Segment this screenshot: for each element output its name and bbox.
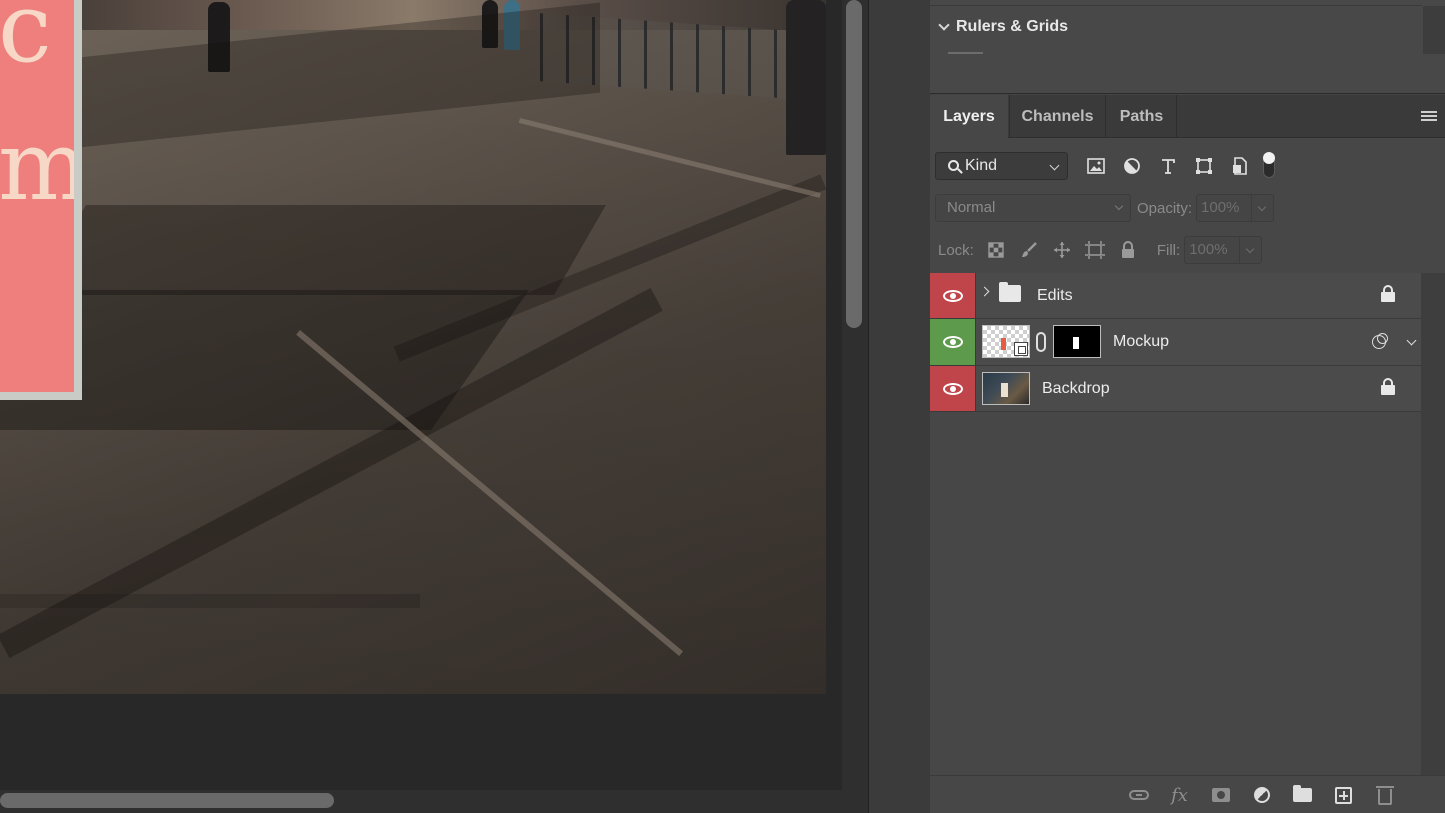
panel-scrollbar[interactable] [1423,6,1445,54]
vertical-scroll-thumb[interactable] [846,0,862,328]
type-filter-icon[interactable] [1150,152,1186,180]
chevron-right-icon[interactable] [979,286,990,297]
divider [975,273,976,318]
new-layer-icon[interactable] [1323,783,1364,807]
opacity-dropdown-button[interactable] [1252,194,1275,222]
tab-layers[interactable]: Layers [930,95,1008,138]
panel-menu-icon[interactable] [1421,111,1437,122]
toggle-knob [1263,152,1275,164]
smart-object-filter-icon[interactable] [1222,152,1258,180]
lock-label: Lock: [938,241,974,259]
footer-icons: fx [1118,783,1405,807]
lock-all-icon[interactable] [1112,236,1145,264]
fx-icon[interactable]: fx [1159,783,1200,807]
rulers-grids-header[interactable]: Rulers & Grids [938,18,1069,36]
layer-list: Edits Mockup Backdrop [930,273,1421,412]
lock-transparent-pixels-icon[interactable] [980,236,1013,264]
divider [930,5,1422,6]
adjustment-filter-icon[interactable] [1114,152,1150,180]
right-panels: Rulers & Grids Layers Channels Paths Kin… [930,0,1445,813]
document-image[interactable]: c m [0,0,826,694]
layer-row-backdrop[interactable]: Backdrop [930,366,1421,412]
layer-row-mockup[interactable]: Mockup [930,319,1421,366]
new-group-icon[interactable] [1282,783,1323,807]
mask-link-icon[interactable] [1036,332,1046,352]
shape-filter-icon[interactable] [1186,152,1222,180]
chevron-down-icon [1114,201,1124,211]
layers-footer: fx [930,775,1445,813]
layer-name[interactable]: Edits [1037,273,1073,318]
lock-image-pixels-icon[interactable] [1013,236,1046,264]
chevron-down-icon[interactable] [938,19,950,31]
opacity-field[interactable]: 100% [1196,194,1253,222]
eye-icon [942,289,963,302]
layer-name[interactable]: Mockup [1113,319,1169,365]
canvas-area[interactable]: c m [0,0,842,790]
filter-icons [1078,152,1258,180]
search-icon [948,159,959,171]
rulers-grids-panel: Rulers & Grids [930,0,1445,94]
image-filter-icon[interactable] [1078,152,1114,180]
shadow [34,205,606,295]
folder-icon [999,282,1021,302]
chevron-down-icon [1049,160,1060,171]
pedestrian [786,0,826,155]
pavement-line [0,594,420,608]
thumbnail-content [1001,338,1006,350]
layer-thumbnail[interactable] [982,372,1030,405]
blend-mode-value: Normal [947,199,996,216]
panel-tabbar: Layers Channels Paths [930,95,1445,138]
lock-icon[interactable] [1381,285,1395,303]
filter-kind-value: Kind [965,157,998,174]
filter-toggle[interactable] [1262,152,1276,180]
divider [948,52,983,54]
filter-kind-select[interactable]: Kind [935,152,1068,180]
fill-field[interactable]: 100% [1184,236,1241,264]
blend-row: Normal Opacity: 100% [935,194,1275,222]
eye-icon [942,336,963,348]
panel-title: Rulers & Grids [956,18,1069,35]
poster-mockup: c m [0,0,82,400]
opacity-label: Opacity: [1137,199,1193,217]
delete-layer-icon[interactable] [1364,783,1405,807]
divider [975,366,976,411]
link-layers-icon[interactable] [1118,783,1159,807]
visibility-toggle[interactable] [930,273,975,318]
layer-row-edits[interactable]: Edits [930,273,1421,319]
chevron-down-icon[interactable] [1406,335,1417,346]
visibility-toggle[interactable] [930,319,975,365]
smart-object-badge-icon [1014,342,1028,356]
adjustment-layer-icon[interactable] [1241,783,1282,807]
layer-filter-row: Kind [935,152,1276,180]
panel-dock-strip [868,0,930,813]
add-mask-icon[interactable] [1200,783,1241,807]
fill-label: Fill: [1156,241,1181,259]
eye-icon [942,382,963,395]
curb [518,118,821,198]
layer-thumbnail[interactable] [982,325,1030,358]
blend-mode-select[interactable]: Normal [935,194,1131,222]
tab-channels[interactable]: Channels [1009,95,1106,138]
divider [975,319,976,365]
fill-dropdown-button[interactable] [1240,236,1263,264]
poster-artwork: c m [0,0,74,392]
photoshop-window: c m Rulers & Grids Layers Channels Paths [0,0,1445,813]
visibility-toggle[interactable] [930,366,975,411]
poster-glyph: m [0,110,74,222]
layers-panel: Layers Channels Paths Kind Normal Opacit… [930,95,1445,813]
poster-glyph: c [0,0,52,84]
tab-paths[interactable]: Paths [1107,95,1177,138]
layer-name[interactable]: Backdrop [1042,366,1110,411]
lock-artboard-icon[interactable] [1079,236,1112,264]
horizontal-scroll-thumb[interactable] [0,793,334,808]
layer-mask-thumbnail[interactable] [1053,325,1101,358]
smart-filters-icon [1372,333,1390,351]
lock-row: Lock: Fill: 100% [938,236,1263,264]
layers-scrollbar[interactable] [1421,273,1445,775]
lock-position-icon[interactable] [1046,236,1079,264]
lock-icon[interactable] [1381,378,1395,396]
